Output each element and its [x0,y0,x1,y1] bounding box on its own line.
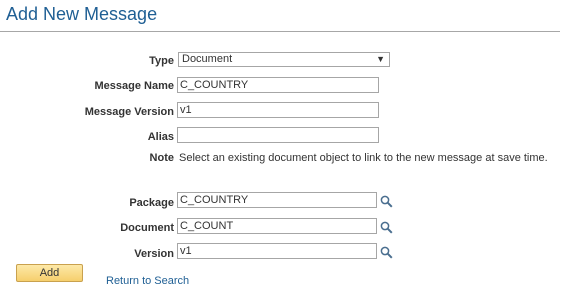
type-select-value: Document [182,53,233,65]
message-version-label: Message Version [84,106,174,118]
note-text: Select an existing document object to li… [179,152,548,164]
document-label: Document [120,222,174,234]
type-label: Type [149,55,174,67]
document-field[interactable] [177,218,377,234]
package-field[interactable] [177,192,377,208]
search-icon[interactable] [380,221,393,234]
version-label: Version [134,248,174,260]
alias-field[interactable] [177,127,379,143]
note-label: Note [149,152,174,164]
chevron-down-icon: ▼ [376,54,385,64]
page-title: Add New Message [6,4,158,24]
message-version-field[interactable] [177,102,379,118]
title-divider [0,31,560,32]
return-to-search-link[interactable]: Return to Search [106,275,189,287]
message-name-field[interactable] [177,77,379,93]
add-button[interactable]: Add [16,264,83,282]
package-label: Package [129,197,174,209]
type-select[interactable]: Document ▼ [178,52,390,67]
version-field[interactable] [177,243,377,259]
message-name-label: Message Name [94,80,175,92]
search-icon[interactable] [380,246,393,259]
search-icon[interactable] [380,195,393,208]
alias-label: Alias [147,131,174,143]
